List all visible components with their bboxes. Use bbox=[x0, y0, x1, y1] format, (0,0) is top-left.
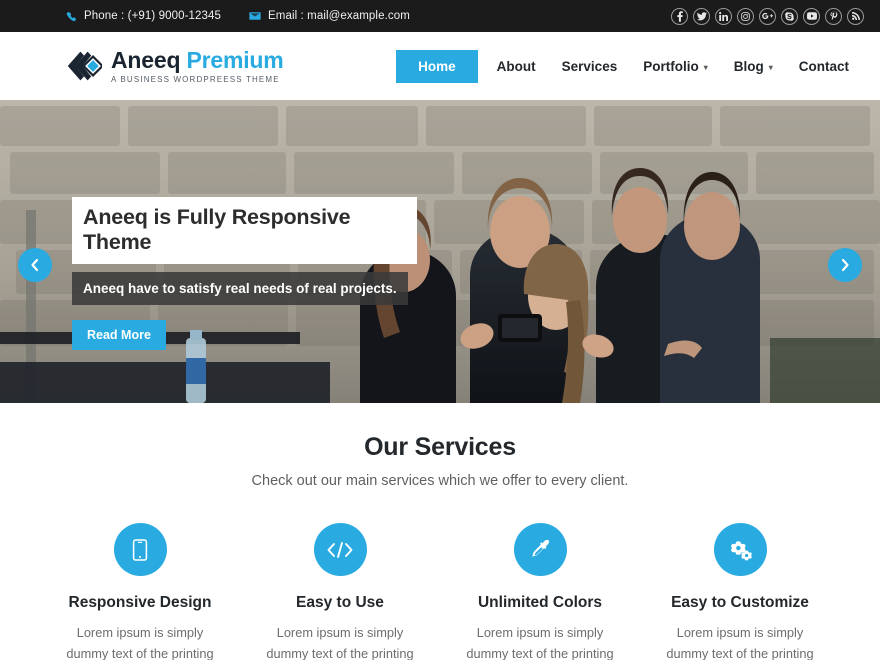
service-card-unlimited-colors[interactable]: Unlimited Colors Lorem ipsum is simply d… bbox=[440, 523, 640, 660]
hero-subtitle: Aneeq have to satisfy real needs of real… bbox=[72, 272, 408, 305]
rss-icon[interactable] bbox=[847, 7, 864, 25]
twitter-icon[interactable] bbox=[693, 7, 710, 25]
nav-item-blog[interactable]: Blog ▾ bbox=[721, 50, 786, 83]
slider-prev-button[interactable] bbox=[18, 248, 52, 282]
service-text: Lorem ipsum is simply dummy text of the … bbox=[66, 625, 214, 660]
service-card-responsive-design[interactable]: Responsive Design Lorem ipsum is simply … bbox=[40, 523, 240, 660]
nav-item-contact[interactable]: Contact bbox=[786, 50, 862, 83]
nav-label-contact: Contact bbox=[798, 58, 849, 74]
nav-item-home[interactable]: Home bbox=[396, 49, 478, 83]
topbar-contact-group: Phone : (+91) 9000-12345 Email : mail@ex… bbox=[66, 10, 410, 22]
slider-next-button[interactable] bbox=[828, 248, 862, 282]
nav-item-services[interactable]: Services bbox=[549, 50, 631, 83]
email-label: Email : mail@example.com bbox=[268, 10, 410, 22]
youtube-icon[interactable] bbox=[803, 7, 820, 25]
pinterest-icon[interactable] bbox=[825, 7, 842, 25]
nav-label-blog: Blog bbox=[733, 58, 764, 74]
email-contact[interactable]: Email : mail@example.com bbox=[249, 10, 410, 22]
logo-text: Aneeq Premium A BUSINESS WORDPREESS THEM… bbox=[111, 48, 284, 83]
code-brackets-icon bbox=[313, 523, 367, 576]
gears-icon bbox=[713, 523, 767, 576]
service-title: Unlimited Colors bbox=[477, 594, 602, 611]
service-text: Lorem ipsum is simply dummy text of the … bbox=[466, 625, 614, 660]
main-navigation: Home About Services Portfolio ▾ Blog ▾ C… bbox=[396, 49, 862, 83]
nav-item-about[interactable]: About bbox=[484, 50, 549, 83]
google-plus-icon[interactable] bbox=[759, 7, 776, 25]
site-logo[interactable]: Aneeq Premium A BUSINESS WORDPREESS THEM… bbox=[66, 48, 284, 84]
hero-title: Aneeq is Fully Responsive Theme bbox=[72, 197, 417, 264]
service-title: Easy to Use bbox=[296, 594, 384, 611]
email-icon bbox=[249, 10, 261, 22]
service-text: Lorem ipsum is simply dummy text of the … bbox=[266, 625, 414, 660]
nav-label-portfolio: Portfolio bbox=[643, 58, 699, 74]
nav-label-home: Home bbox=[418, 58, 456, 74]
phone-icon bbox=[66, 11, 77, 22]
read-more-button[interactable]: Read More bbox=[72, 320, 166, 350]
chevron-down-icon: ▾ bbox=[703, 62, 708, 72]
chevron-left-icon bbox=[30, 258, 40, 272]
service-card-easy-to-customize[interactable]: Easy to Customize Lorem ipsum is simply … bbox=[640, 523, 840, 660]
instagram-icon[interactable] bbox=[737, 7, 754, 25]
logo-tagline: A BUSINESS WORDPREESS THEME bbox=[111, 74, 280, 84]
service-title: Responsive Design bbox=[68, 594, 212, 611]
nav-label-about: About bbox=[496, 58, 536, 74]
chevron-down-icon: ▾ bbox=[768, 62, 773, 72]
service-card-easy-to-use[interactable]: Easy to Use Lorem ipsum is simply dummy … bbox=[240, 523, 440, 660]
hero-caption: Aneeq is Fully Responsive Theme Aneeq ha… bbox=[72, 197, 417, 350]
logo-title-primary: Aneeq bbox=[111, 47, 187, 74]
services-grid: Responsive Design Lorem ipsum is simply … bbox=[0, 523, 880, 660]
linkedin-icon[interactable] bbox=[715, 7, 732, 25]
top-bar: Phone : (+91) 9000-12345 Email : mail@ex… bbox=[0, 0, 880, 32]
chevron-right-icon bbox=[840, 258, 850, 272]
social-links bbox=[671, 7, 864, 25]
phone-contact[interactable]: Phone : (+91) 9000-12345 bbox=[66, 10, 221, 22]
service-title: Easy to Customize bbox=[671, 594, 809, 611]
facebook-icon[interactable] bbox=[671, 7, 688, 25]
mobile-phone-icon bbox=[113, 523, 167, 576]
services-subtitle: Check out our main services which we off… bbox=[251, 473, 629, 489]
hero-slider: Aneeq is Fully Responsive Theme Aneeq ha… bbox=[0, 100, 880, 403]
nav-label-services: Services bbox=[561, 58, 618, 74]
services-title: Our Services bbox=[364, 433, 516, 461]
services-section: Our Services Check out our main services… bbox=[0, 403, 880, 660]
site-header: Aneeq Premium A BUSINESS WORDPREESS THEM… bbox=[0, 32, 880, 100]
diamond-chevron-logo-icon bbox=[66, 48, 104, 84]
logo-title: Aneeq Premium bbox=[111, 48, 284, 72]
skype-icon[interactable] bbox=[781, 7, 798, 25]
logo-title-accent: Premium bbox=[186, 47, 284, 74]
nav-item-portfolio[interactable]: Portfolio ▾ bbox=[630, 50, 721, 83]
phone-label: Phone : (+91) 9000-12345 bbox=[84, 10, 221, 22]
service-text: Lorem ipsum is simply dummy text of the … bbox=[666, 625, 814, 660]
eyedropper-icon bbox=[513, 523, 567, 576]
